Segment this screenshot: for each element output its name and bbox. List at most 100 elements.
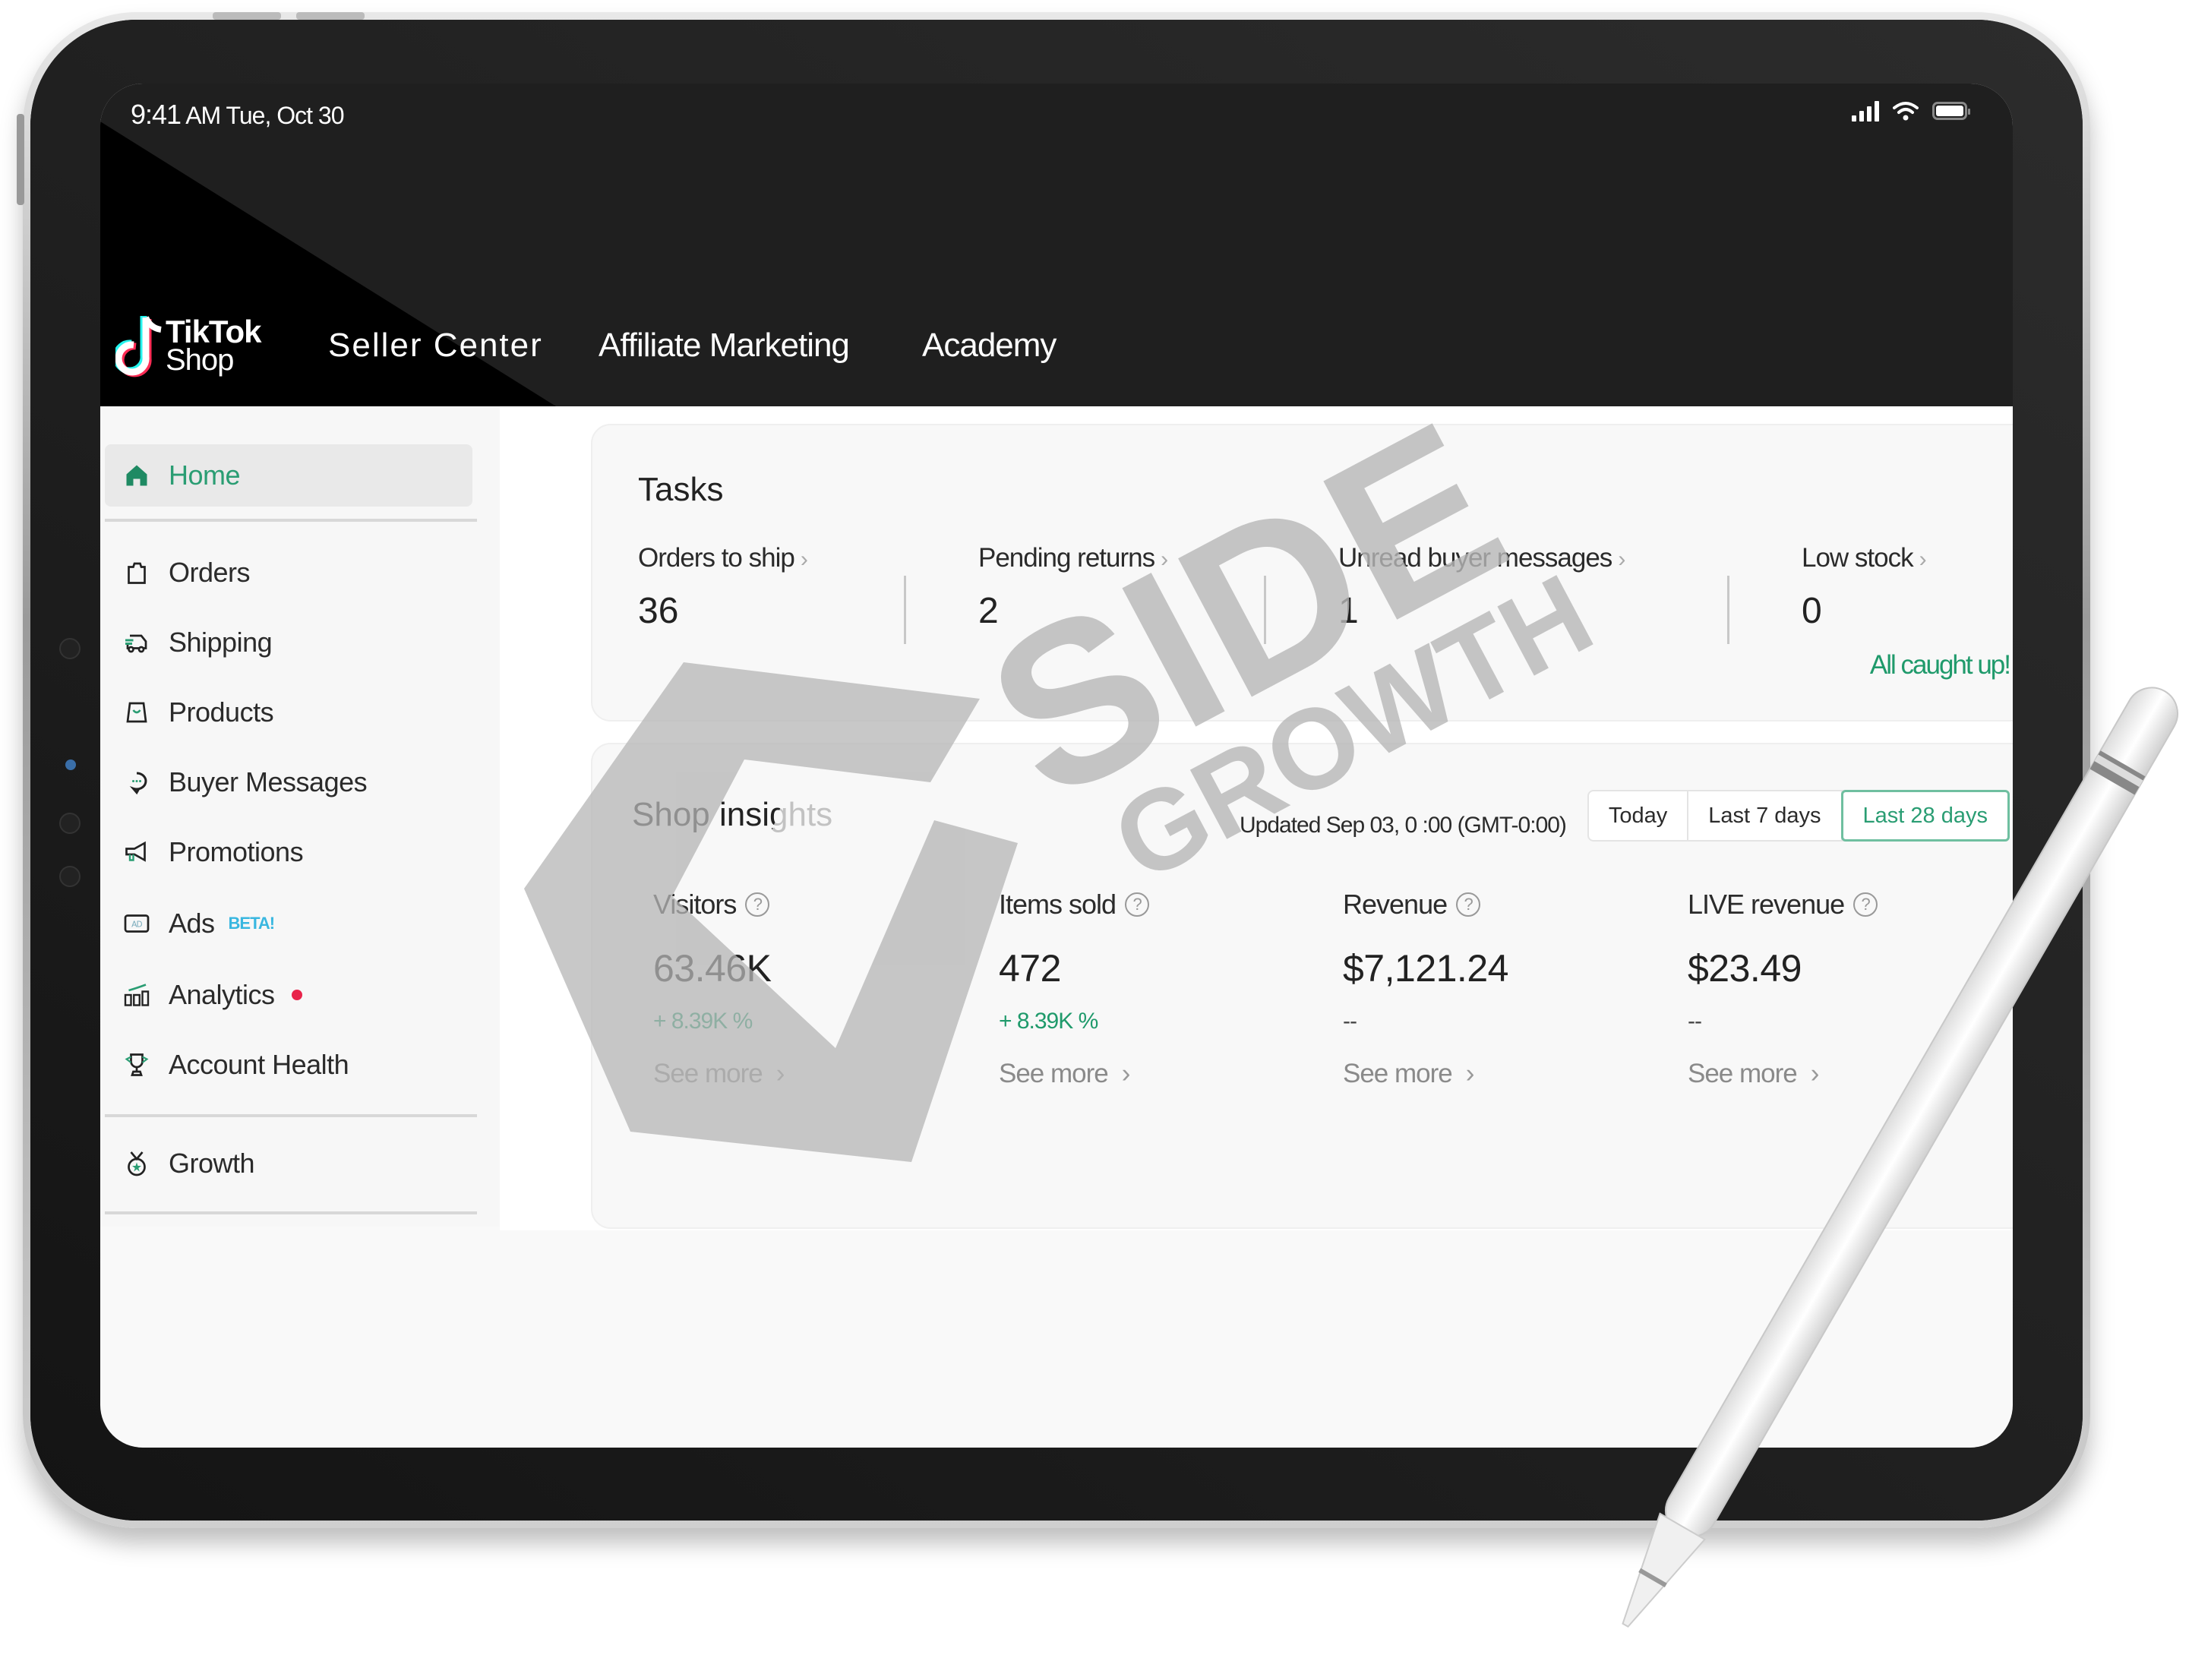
chevron-right-icon: › (1161, 547, 1168, 572)
sensor-dot (59, 813, 81, 834)
see-more-link[interactable]: See more › (1688, 1059, 2007, 1089)
tasks-title: Tasks (638, 471, 724, 508)
cellular-signal-icon (1852, 100, 1879, 122)
sensor-dot (59, 866, 81, 887)
task-unread-buyer-messages[interactable]: Unread buyer messages › 1 (1338, 543, 1625, 632)
sidebar-divider (105, 519, 477, 522)
sidebar-item-buyer-messages[interactable]: Buyer Messages (105, 751, 472, 813)
sidebar-item-label: Home (169, 459, 241, 491)
task-value: 2 (978, 591, 999, 631)
shop-insights-title: Shop insights (632, 796, 833, 833)
sidebar-item-products[interactable]: Products (105, 681, 472, 744)
nav-academy[interactable]: Academy (922, 327, 1057, 365)
range-last-7-days-button[interactable]: Last 7 days (1688, 791, 1843, 840)
task-label: Orders to ship (638, 543, 795, 573)
truck-icon (122, 627, 152, 658)
camera-lens (65, 759, 76, 770)
metric-live-revenue: LIVE revenue? $23.49 -- See more › (1688, 889, 2007, 1089)
task-separator (904, 576, 906, 644)
sidebar-item-label: Shipping (169, 627, 273, 658)
sidebar: Home Orders Shipping Products Buyer Mess… (100, 406, 500, 1227)
see-more-link[interactable]: See more › (1343, 1059, 1662, 1089)
task-value: 36 (638, 591, 679, 631)
sidebar-item-label: Growth (169, 1148, 255, 1179)
see-more-label: See more (1688, 1059, 1798, 1088)
svg-text:AD: AD (131, 921, 142, 930)
see-more-label: See more (653, 1059, 763, 1088)
medal-icon (122, 1148, 152, 1179)
see-more-label: See more (1343, 1059, 1453, 1088)
top-header: 9:41 AM Tue, Oct 30 TikTok Shop Seller C… (100, 84, 2013, 406)
chevron-right-icon: › (775, 1059, 785, 1088)
help-icon[interactable]: ? (745, 892, 770, 917)
logo-text-tiktok: TikTok (166, 314, 261, 350)
chevron-right-icon: › (800, 547, 808, 572)
task-label: Unread buyer messages (1338, 543, 1612, 573)
sidebar-divider (105, 1114, 477, 1117)
megaphone-icon (122, 837, 152, 867)
home-icon (122, 460, 152, 491)
nav-affiliate-marketing[interactable]: Affiliate Marketing (599, 327, 850, 365)
help-icon[interactable]: ? (1853, 892, 1878, 917)
see-more-link[interactable]: See more › (653, 1059, 972, 1089)
sidebar-item-analytics[interactable]: Analytics (105, 964, 472, 1026)
sidebar-item-label: Ads (169, 908, 215, 939)
range-today-button[interactable]: Today (1589, 791, 1689, 840)
metric-visitors: Visitors? 63.46K + 8.39K % See more › (653, 889, 972, 1089)
task-value: 1 (1338, 591, 1359, 631)
chevron-right-icon: › (1121, 1059, 1131, 1088)
sidebar-item-label: Account Health (169, 1049, 349, 1080)
clock-time: 9:41 (131, 99, 182, 130)
metric-value: 472 (999, 947, 1061, 990)
sidebar-item-label: Analytics (169, 979, 275, 1010)
bar-chart-icon (122, 980, 152, 1010)
metric-revenue: Revenue? $7,121.24 -- See more › (1343, 889, 1662, 1089)
metric-items-sold: Items sold? 472 + 8.39K % See more › (999, 889, 1318, 1089)
shop-insights-card: Shop insights Updated Sep 03, 0 :00 (GMT… (591, 743, 2013, 1229)
task-label: Pending returns (978, 543, 1155, 573)
sidebar-item-label: Orders (169, 557, 251, 588)
metric-label: Revenue (1343, 889, 1448, 920)
sidebar-item-ads[interactable]: AD Ads BETA! (105, 892, 472, 955)
wifi-icon (1893, 102, 1919, 121)
sidebar-item-home[interactable]: Home (105, 444, 472, 507)
sidebar-divider (105, 1211, 477, 1214)
all-caught-up-link[interactable]: All caught up! (1870, 650, 2011, 681)
sidebar-item-orders[interactable]: Orders (105, 542, 472, 604)
metric-label: Items sold (999, 889, 1117, 920)
metric-value: $7,121.24 (1343, 947, 1508, 990)
metric-value: $23.49 (1688, 947, 1802, 990)
task-separator (1264, 576, 1266, 644)
metric-value: 63.46K (653, 947, 772, 990)
tiktok-note-icon (115, 316, 162, 377)
sidebar-item-label: Promotions (169, 836, 304, 867)
chevron-right-icon: › (1465, 1059, 1475, 1088)
tablet-screen: 9:41 AM Tue, Oct 30 TikTok Shop Seller C… (100, 84, 2013, 1448)
nav-seller-center[interactable]: Seller Center (328, 327, 543, 365)
see-more-link[interactable]: See more › (999, 1059, 1318, 1089)
tasks-card: Tasks Orders to ship › 36 Pending returns… (591, 424, 2013, 722)
sidebar-item-growth[interactable]: Growth (105, 1132, 472, 1195)
range-last-28-days-button[interactable]: Last 28 days (1840, 790, 2010, 842)
chevron-right-icon: › (1810, 1059, 1820, 1088)
task-value: 0 (1802, 591, 1822, 631)
sensor-dot (59, 638, 81, 659)
sidebar-item-promotions[interactable]: Promotions (105, 821, 472, 883)
sidebar-item-shipping[interactable]: Shipping (105, 611, 472, 674)
help-icon[interactable]: ? (1125, 892, 1150, 917)
metric-label: LIVE revenue (1688, 889, 1845, 920)
beta-badge: BETA! (228, 914, 276, 933)
metric-delta: + 8.39K % (999, 1009, 1098, 1034)
help-icon[interactable]: ? (1456, 892, 1481, 917)
sidebar-item-label: Products (169, 696, 274, 728)
chat-bubble-icon (122, 767, 152, 797)
task-orders-to-ship[interactable]: Orders to ship › 36 (638, 543, 808, 632)
logo-text-shop: Shop (166, 343, 234, 377)
tiktok-shop-logo[interactable]: TikTok Shop (115, 311, 261, 380)
sidebar-item-account-health[interactable]: Account Health (105, 1034, 472, 1096)
bag-icon (122, 557, 152, 588)
tablet-top-button (213, 12, 281, 20)
metric-delta: -- (1688, 1009, 1702, 1034)
task-low-stock[interactable]: Low stock › 0 (1802, 543, 1927, 632)
task-pending-returns[interactable]: Pending returns › 2 (978, 543, 1168, 632)
